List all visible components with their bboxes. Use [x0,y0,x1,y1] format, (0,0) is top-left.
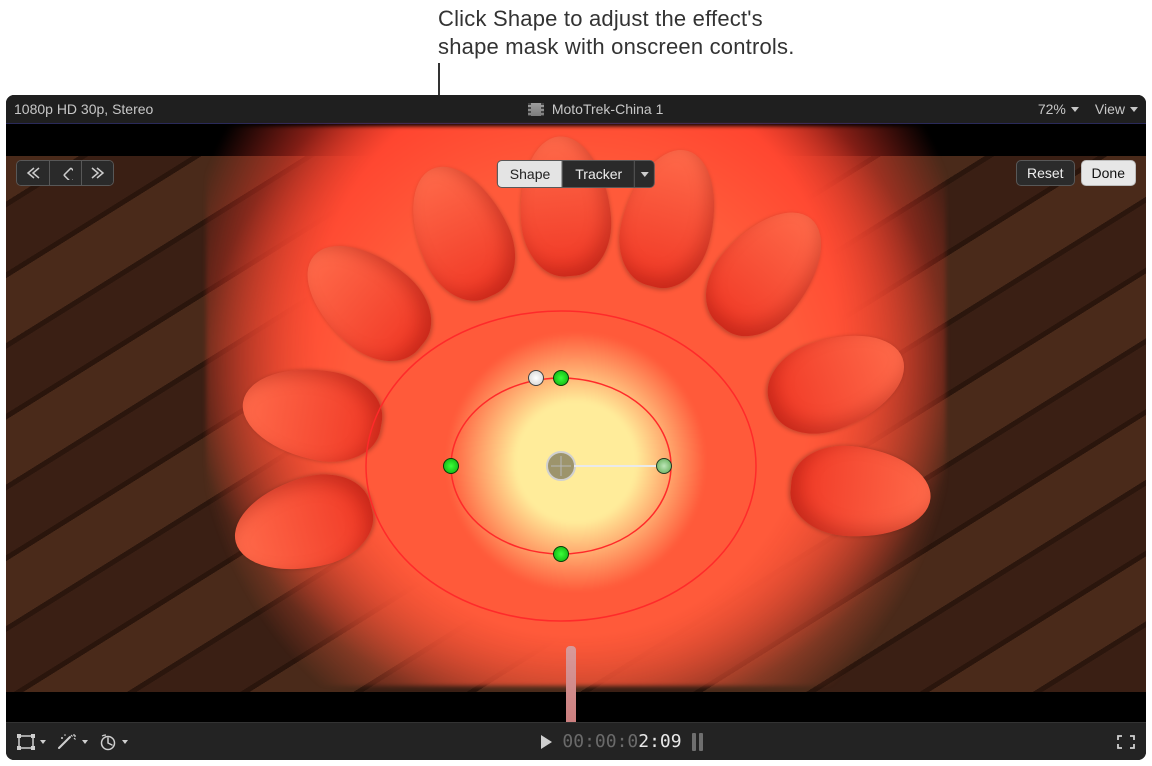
enhance-tool-icon [56,733,78,751]
info-bar: 1080p HD 30p, Stereo MotoTrek-China 1 72… [6,95,1146,124]
bottom-toolbar: 00:00:02:09 [6,722,1146,760]
chevron-down-icon [82,740,88,744]
edit-nav-group [16,160,114,186]
filmstrip-icon [528,103,544,116]
chevron-down-icon [641,172,649,177]
callout-line2: shape mask with onscreen controls. [438,33,795,61]
lantern-petals [346,176,806,496]
clip-title-area: MotoTrek-China 1 [528,101,664,117]
shape-tracker-segment: Shape Tracker [497,160,655,188]
chevron-down-icon [1071,107,1079,112]
chevron-down-icon [1130,107,1138,112]
playback-center: 00:00:02:09 [541,731,702,752]
timecode-dim: 00:00:0 [562,731,638,752]
tracker-options-button[interactable] [634,161,654,187]
retime-tool-icon [98,733,118,751]
prev-edit-icon [26,167,40,179]
view-label: View [1095,101,1125,117]
reset-button[interactable]: Reset [1016,160,1075,186]
keyframe-icon [59,166,73,180]
retime-tool-menu[interactable] [98,733,128,751]
clip-name: MotoTrek-China 1 [552,101,664,117]
timecode-bright: 2:09 [638,731,681,752]
viewer-window: 1080p HD 30p, Stereo MotoTrek-China 1 72… [6,95,1146,760]
next-edit-icon [91,167,105,179]
audio-meter-icon [692,733,703,751]
fullscreen-button[interactable] [1116,734,1136,750]
callout-text: Click Shape to adjust the effect's shape… [438,5,795,61]
next-edit-button[interactable] [81,161,113,185]
chevron-down-icon [122,740,128,744]
play-button[interactable] [541,735,552,749]
zoom-value: 72% [1038,101,1066,117]
chevron-down-icon [40,740,46,744]
viewer-action-buttons: Reset Done [1016,160,1136,186]
tracker-tab[interactable]: Tracker [562,161,634,187]
format-label: 1080p HD 30p, Stereo [14,101,153,117]
fullscreen-icon [1116,734,1136,750]
keyframe-button[interactable] [49,161,81,185]
shape-tab[interactable]: Shape [498,161,562,187]
transform-tool-icon [16,733,36,751]
callout-line1: Click Shape to adjust the effect's [438,5,795,33]
enhance-tool-menu[interactable] [56,733,88,751]
done-button[interactable]: Done [1081,160,1136,186]
prev-edit-button[interactable] [17,161,49,185]
transform-tool-menu[interactable] [16,733,46,751]
viewer[interactable]: Shape Tracker Reset Done [6,124,1146,724]
view-menu[interactable]: View [1095,101,1138,117]
timecode-display[interactable]: 00:00:02:09 [562,731,681,752]
video-frame [6,156,1146,692]
zoom-menu[interactable]: 72% [1038,101,1079,117]
